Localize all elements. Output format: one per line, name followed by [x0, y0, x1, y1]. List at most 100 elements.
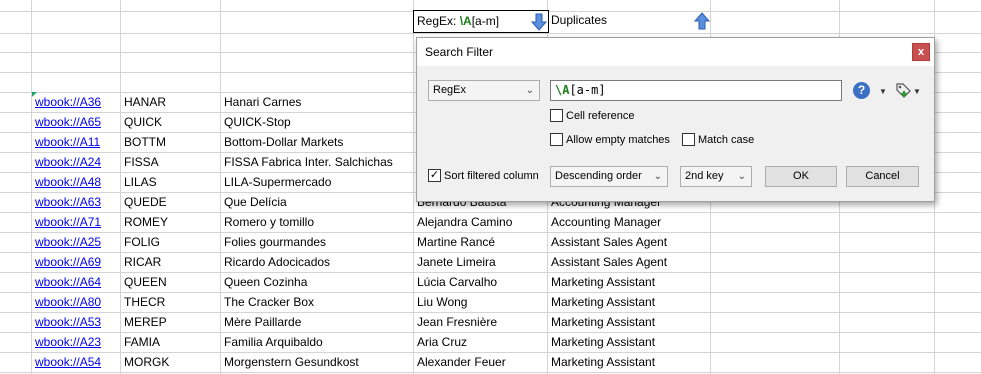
- cell-company-name[interactable]: Bottom-Dollar Markets: [221, 132, 413, 152]
- cell-company-name[interactable]: Folies gourmandes: [221, 232, 413, 252]
- search-filter-dialog: Search Filter x RegEx ⌄ \A[a-m] ? ▼ ▼ Ce…: [416, 37, 935, 202]
- cell-reference-box[interactable]: [550, 108, 563, 122]
- cell-company-name[interactable]: Hanari Carnes: [221, 92, 413, 112]
- regex-filter-label: RegEx:: [417, 14, 460, 28]
- cell-code[interactable]: MEREP: [121, 312, 220, 332]
- cell-link[interactable]: wbook://A65: [32, 112, 120, 132]
- cell-company-name[interactable]: The Cracker Box: [221, 292, 413, 312]
- filter-mode-select[interactable]: RegEx ⌄: [428, 80, 540, 101]
- cell-contact-title[interactable]: Accounting Manager: [548, 212, 710, 232]
- cell-link[interactable]: wbook://A63: [32, 192, 120, 212]
- sort-order-value: Descending order: [555, 170, 642, 182]
- cell-link[interactable]: wbook://A54: [32, 352, 120, 372]
- cell-link[interactable]: wbook://A25: [32, 232, 120, 252]
- cell-company-name[interactable]: QUICK-Stop: [221, 112, 413, 132]
- match-case-box[interactable]: [682, 132, 695, 146]
- match-case-checkbox[interactable]: Match case: [682, 132, 755, 149]
- cancel-button[interactable]: Cancel: [846, 166, 919, 187]
- cell-code[interactable]: ROMEY: [121, 212, 220, 232]
- cell-code[interactable]: FISSA: [121, 152, 220, 172]
- cell-code[interactable]: LILAS: [121, 172, 220, 192]
- cell-code[interactable]: QUEDE: [121, 192, 220, 212]
- cell-company-name[interactable]: Romero y tomillo: [221, 212, 413, 232]
- cell-contact[interactable]: Jean Fresnière: [414, 312, 547, 332]
- cell-link[interactable]: wbook://A36: [32, 92, 120, 112]
- cell-company-name[interactable]: Ricardo Adocicados: [221, 252, 413, 272]
- cell-code[interactable]: THECR: [121, 292, 220, 312]
- cell-contact-title[interactable]: Marketing Assistant: [548, 312, 710, 332]
- cell-link[interactable]: wbook://A69: [32, 252, 120, 272]
- add-key-menu-caret-icon[interactable]: ▼: [913, 87, 921, 96]
- cell-contact[interactable]: Janete Limeira: [414, 252, 547, 272]
- cell-code[interactable]: HANAR: [121, 92, 220, 112]
- cell-company-name[interactable]: LILA-Supermercado: [221, 172, 413, 192]
- cell-contact-title[interactable]: Marketing Assistant: [548, 352, 710, 372]
- cell-code[interactable]: QUICK: [121, 112, 220, 132]
- cell-reference-checkbox[interactable]: Cell reference: [550, 108, 635, 125]
- duplicates-header-cell[interactable]: Duplicates: [548, 10, 710, 33]
- add-key-icon[interactable]: [894, 81, 912, 100]
- allow-empty-matches-box[interactable]: [550, 132, 563, 146]
- sort-filtered-column-box[interactable]: ✓: [428, 168, 441, 182]
- cell-link[interactable]: wbook://A11: [32, 132, 120, 152]
- cell-link[interactable]: wbook://A80: [32, 292, 120, 312]
- cell-company-name[interactable]: Mère Paillarde: [221, 312, 413, 332]
- sort-key-value: 2nd key: [685, 170, 724, 182]
- cell-contact-title[interactable]: Assistant Sales Agent: [548, 232, 710, 252]
- sort-filtered-column-checkbox[interactable]: ✓ Sort filtered column: [428, 168, 539, 185]
- cell-reference-label: Cell reference: [566, 110, 635, 123]
- match-case-label: Match case: [698, 134, 755, 147]
- cell-link[interactable]: wbook://A53: [32, 312, 120, 332]
- pattern-input[interactable]: \A[a-m]: [550, 80, 842, 101]
- cell-contact-title[interactable]: Marketing Assistant: [548, 332, 710, 352]
- grid-line: [0, 33, 981, 34]
- help-icon[interactable]: ?: [853, 82, 870, 99]
- cell-company-name[interactable]: FISSA Fabrica Inter. Salchichas: [221, 152, 413, 172]
- cell-company-name[interactable]: Queen Cozinha: [221, 272, 413, 292]
- cell-code[interactable]: FOLIG: [121, 232, 220, 252]
- cell-link[interactable]: wbook://A64: [32, 272, 120, 292]
- cell-contact-title[interactable]: Assistant Sales Agent: [548, 252, 710, 272]
- cell-contact-title[interactable]: Marketing Assistant: [548, 292, 710, 312]
- cell-link[interactable]: wbook://A48: [32, 172, 120, 192]
- cell-contact[interactable]: Aria Cruz: [414, 332, 547, 352]
- pattern-anchor-token: \A: [555, 83, 570, 97]
- regex-range-token: [a-m]: [471, 14, 500, 28]
- cell-contact[interactable]: Martine Rancé: [414, 232, 547, 252]
- chevron-down-icon: ⌄: [525, 85, 534, 96]
- cell-code[interactable]: RICAR: [121, 252, 220, 272]
- cell-contact[interactable]: Liu Wong: [414, 292, 547, 312]
- allow-empty-matches-label: Allow empty matches: [566, 134, 670, 147]
- pattern-range-token: [a-m]: [569, 83, 606, 97]
- sort-descending-icon[interactable]: [531, 13, 547, 31]
- close-icon[interactable]: x: [912, 43, 930, 61]
- cell-code[interactable]: FAMIA: [121, 332, 220, 352]
- cell-company-name[interactable]: Familia Arquibaldo: [221, 332, 413, 352]
- help-menu-caret-icon[interactable]: ▼: [879, 87, 887, 96]
- cell-company-name[interactable]: Morgenstern Gesundkost: [221, 352, 413, 372]
- cell-code[interactable]: BOTTM: [121, 132, 220, 152]
- dialog-title-bar[interactable]: Search Filter x: [417, 38, 934, 66]
- sort-key-select[interactable]: 2nd key ⌄: [680, 166, 752, 187]
- cell-contact-title[interactable]: Marketing Assistant: [548, 272, 710, 292]
- cell-link[interactable]: wbook://A71: [32, 212, 120, 232]
- sort-filtered-column-label: Sort filtered column: [444, 170, 539, 183]
- sort-ascending-icon[interactable]: [694, 12, 710, 30]
- cell-contact[interactable]: Alejandra Camino: [414, 212, 547, 232]
- cell-link[interactable]: wbook://A24: [32, 152, 120, 172]
- cell-code[interactable]: QUEEN: [121, 272, 220, 292]
- cell-contact[interactable]: Alexander Feuer: [414, 352, 547, 372]
- cell-code[interactable]: MORGK: [121, 352, 220, 372]
- grid-line: [0, 372, 981, 373]
- cell-company-name[interactable]: Que Delícia: [221, 192, 413, 212]
- cell-contact[interactable]: Lúcia Carvalho: [414, 272, 547, 292]
- ok-button[interactable]: OK: [765, 166, 837, 187]
- cell-link[interactable]: wbook://A23: [32, 332, 120, 352]
- allow-empty-matches-checkbox[interactable]: Allow empty matches: [550, 132, 670, 149]
- chevron-down-icon: ⌄: [653, 171, 662, 182]
- sort-order-select[interactable]: Descending order ⌄: [550, 166, 668, 187]
- duplicates-label: Duplicates: [551, 13, 608, 27]
- dialog-title: Search Filter: [425, 45, 494, 59]
- regex-filter-header-cell[interactable]: RegEx: \A[a-m]: [413, 10, 549, 33]
- filter-mode-value: RegEx: [433, 84, 467, 96]
